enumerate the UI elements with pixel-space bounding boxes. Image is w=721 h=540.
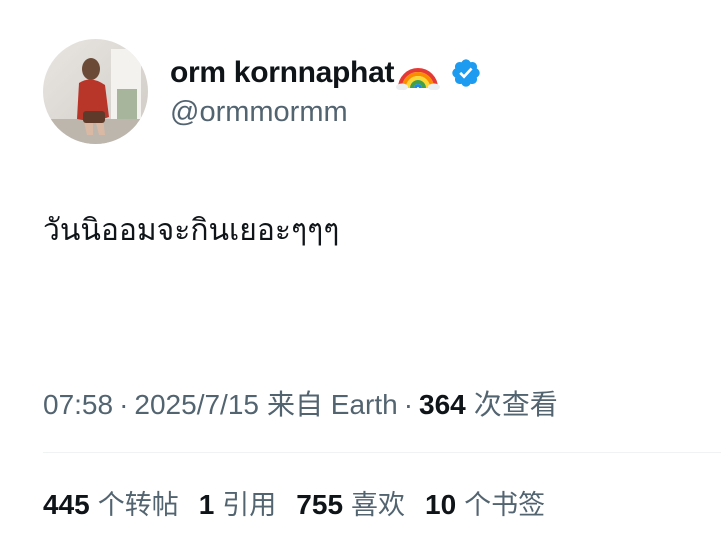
- repost-count: 445: [43, 489, 90, 520]
- tweet-date[interactable]: 2025/7/15: [134, 389, 259, 421]
- like-label: 喜欢: [351, 490, 406, 521]
- rainbow-icon: [396, 56, 441, 91]
- avatar[interactable]: [43, 39, 148, 144]
- engagement-stats: 445 个转帖 1 引用 755 喜欢 10 个书签: [43, 483, 565, 522]
- author-handle[interactable]: @ormmormm: [170, 96, 348, 129]
- tweet-time[interactable]: 07:58: [43, 389, 113, 421]
- stat-bookmarks[interactable]: 10 个书签: [425, 483, 545, 522]
- tweet-meta: 07:58 · 2025/7/15 来自 Earth · 364 次查看: [43, 383, 558, 423]
- meta-separator: ·: [119, 389, 129, 420]
- views-label: 次查看: [473, 389, 558, 420]
- quote-label: 引用: [222, 490, 277, 521]
- like-count: 755: [296, 489, 344, 520]
- author-display-name[interactable]: orm kornnaphat: [170, 56, 394, 90]
- quote-count: 1: [198, 489, 215, 520]
- bookmark-label: 个书签: [464, 490, 546, 521]
- tweet-text: วันนิออมจะกินเยอะๆๆๆ: [43, 213, 340, 248]
- meta-separator: ·: [403, 389, 414, 420]
- tweet-source: 来自 Earth: [266, 389, 398, 420]
- stat-quotes[interactable]: 1 引用: [199, 483, 277, 522]
- bookmark-count: 10: [425, 489, 457, 520]
- author-name-row[interactable]: orm kornnaphat: [170, 52, 482, 94]
- verified-badge-icon[interactable]: [450, 57, 482, 89]
- views-count[interactable]: 364: [419, 389, 466, 421]
- divider: [43, 452, 721, 453]
- repost-label: 个转帖: [97, 490, 179, 521]
- avatar-photo: [43, 39, 148, 144]
- stat-likes[interactable]: 755 喜欢: [296, 483, 405, 522]
- stat-reposts[interactable]: 445 个转帖: [43, 483, 179, 522]
